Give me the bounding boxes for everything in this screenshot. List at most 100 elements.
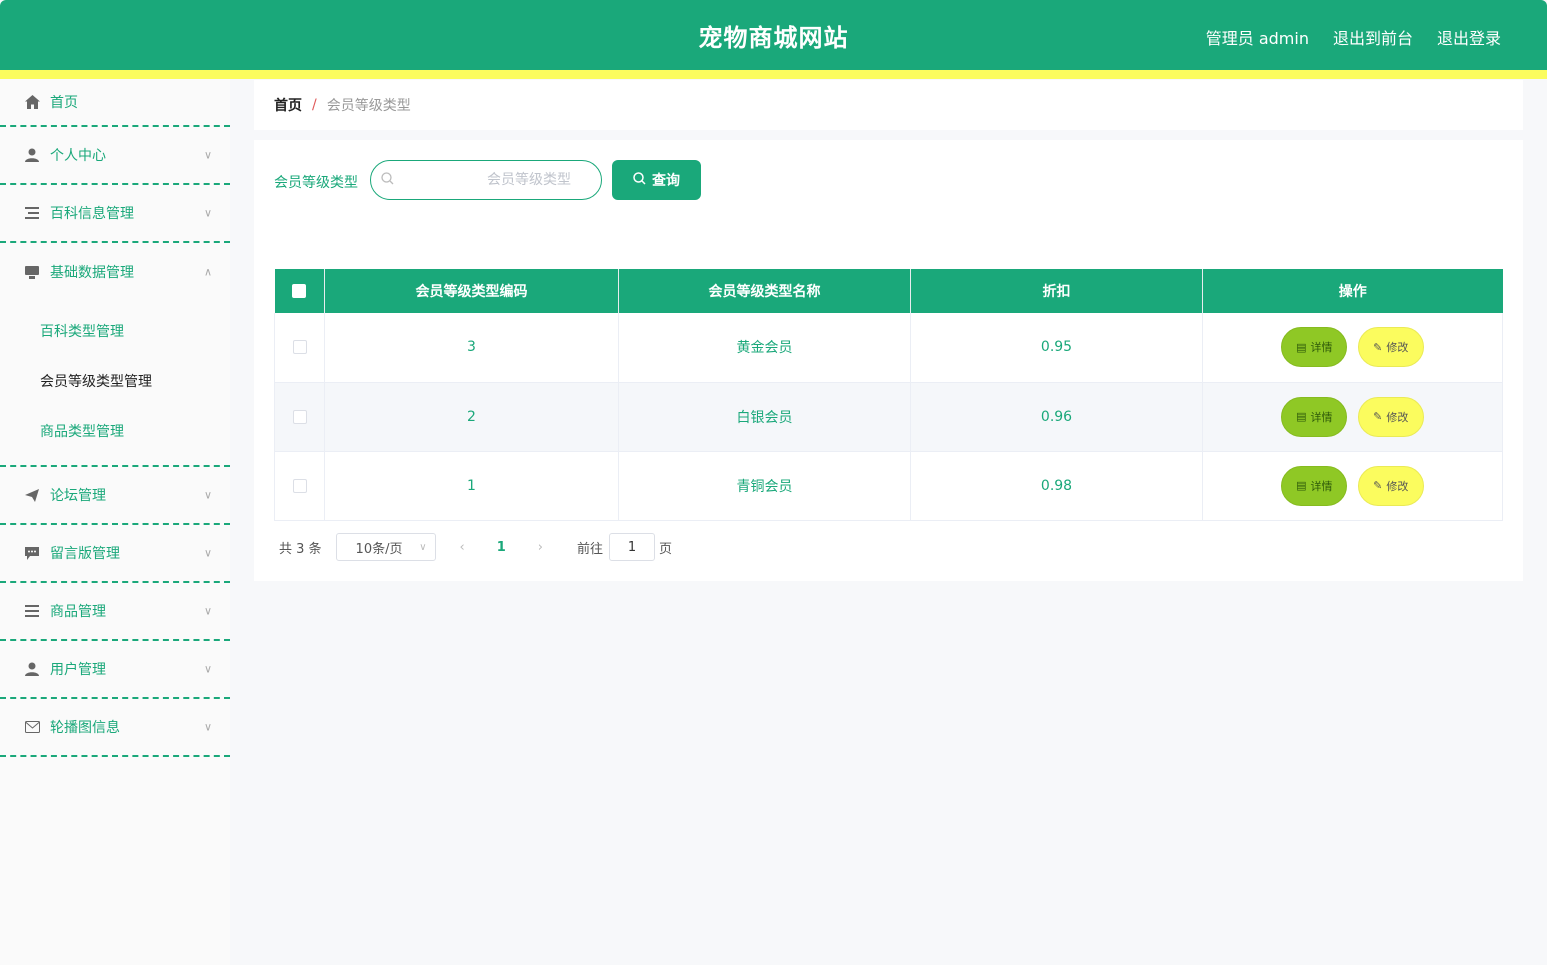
chevron-down-icon: ∨ — [419, 541, 427, 553]
page-size-select[interactable]: 10条/页 ∨ — [335, 533, 436, 561]
monitor-icon — [24, 264, 40, 280]
sidebar-item-users[interactable]: 用户管理 ∨ — [0, 641, 230, 699]
cell-name: 青铜会员 — [618, 451, 911, 521]
edit-button-label: 修改 — [1386, 410, 1409, 424]
search-input[interactable] — [371, 161, 601, 199]
pagination-total: 共 3 条 — [279, 541, 322, 557]
cell-name: 白银会员 — [618, 382, 911, 452]
select-all-cell — [274, 269, 325, 313]
message-icon — [24, 545, 40, 561]
page-unit-label: 页 — [659, 541, 673, 557]
header-accent-bar — [0, 70, 1547, 79]
table-row: 1 青铜会员 0.98 ▤ 详情 ✎ 修改 — [274, 451, 1503, 521]
user-icon — [24, 147, 40, 163]
sidebar-item-label: 首页 — [50, 95, 78, 111]
sidebar-item-message-board[interactable]: 留言版管理 ∨ — [0, 525, 230, 583]
goto-label: 前往 — [577, 541, 604, 557]
search-icon — [381, 172, 394, 189]
sidebar-item-goods[interactable]: 商品管理 ∨ — [0, 583, 230, 641]
search-label: 会员等级类型 — [274, 175, 358, 191]
document-icon: ▤ — [1296, 410, 1307, 423]
menu-icon — [24, 603, 40, 619]
query-button[interactable]: 查询 — [612, 160, 701, 200]
cell-code: 1 — [324, 451, 619, 521]
sidebar-item-personal[interactable]: 个人中心 ∨ — [0, 127, 230, 185]
chevron-down-icon: ∨ — [203, 488, 212, 502]
top-header: 宠物商城网站 管理员 admin 退出到前台 退出登录 — [0, 0, 1547, 72]
submenu-basic-data: 百科类型管理 会员等级类型管理 商品类型管理 — [0, 301, 230, 467]
detail-button[interactable]: ▤ 详情 — [1281, 327, 1348, 368]
goto-page-input[interactable] — [609, 533, 656, 561]
row-select-cell — [274, 451, 325, 521]
sidebar-item-label: 百科信息管理 — [50, 206, 134, 222]
sidebar-item-home[interactable]: 首页 — [0, 79, 230, 127]
sidebar-item-encyclopedia[interactable]: 百科信息管理 ∨ — [0, 185, 230, 243]
cell-discount: 0.98 — [910, 451, 1203, 521]
member-level-table: 会员等级类型编码 会员等级类型名称 折扣 操作 3 黄金会员 0.95 ▤ 详情 — [274, 269, 1503, 521]
query-button-label: 查询 — [652, 173, 680, 189]
send-icon — [24, 487, 40, 503]
main-panel: 会员等级类型 查询 会员等级类型编码 会员等级类型名称 折扣 操作 3 黄金会 — [254, 140, 1523, 581]
page-number-current[interactable]: 1 — [497, 540, 506, 555]
detail-button-label: 详情 — [1310, 410, 1333, 424]
edit-button-label: 修改 — [1386, 341, 1409, 355]
sidebar-item-basic-data[interactable]: 基础数据管理 ∧ — [0, 243, 230, 301]
mail-icon — [24, 719, 40, 735]
logout-link[interactable]: 退出登录 — [1437, 25, 1501, 49]
sidebar-item-label: 个人中心 — [50, 148, 106, 164]
chevron-up-icon: ∧ — [203, 265, 212, 279]
search-icon — [633, 171, 646, 189]
sidebar-item-label: 留言版管理 — [50, 546, 120, 562]
table-row: 3 黄金会员 0.95 ▤ 详情 ✎ 修改 — [274, 313, 1503, 383]
header-actions: 管理员 admin 退出到前台 退出登录 — [1206, 25, 1501, 49]
row-select-cell — [274, 382, 325, 452]
select-all-checkbox[interactable] — [292, 284, 307, 298]
cell-actions: ▤ 详情 ✎ 修改 — [1202, 382, 1503, 452]
breadcrumb-current: 会员等级类型 — [326, 98, 411, 114]
sidebar-subitem-goods-type[interactable]: 商品类型管理 — [0, 407, 230, 457]
chevron-down-icon: ∨ — [203, 148, 212, 162]
admin-label: 管理员 admin — [1205, 29, 1309, 48]
chevron-down-icon: ∨ — [203, 720, 212, 734]
detail-button[interactable]: ▤ 详情 — [1281, 396, 1348, 437]
column-header-code: 会员等级类型编码 — [324, 269, 619, 313]
sidebar-item-label: 基础数据管理 — [50, 265, 134, 281]
edit-button[interactable]: ✎ 修改 — [1357, 396, 1424, 437]
detail-button[interactable]: ▤ 详情 — [1281, 465, 1348, 506]
sidebar-subitem-encyclopedia-type[interactable]: 百科类型管理 — [0, 307, 230, 357]
breadcrumb-home[interactable]: 首页 — [274, 95, 302, 115]
row-select-cell — [274, 313, 325, 383]
pagination: 共 3 条 10条/页 ∨ ‹ 1 › 前往 页 — [274, 533, 672, 561]
sidebar-item-carousel[interactable]: 轮播图信息 ∨ — [0, 699, 230, 757]
cell-discount: 0.96 — [910, 382, 1203, 452]
cell-actions: ▤ 详情 ✎ 修改 — [1202, 451, 1503, 521]
cell-actions: ▤ 详情 ✎ 修改 — [1202, 313, 1503, 383]
sidebar-item-label: 商品管理 — [50, 604, 106, 620]
row-checkbox[interactable] — [292, 478, 307, 493]
next-page-button[interactable]: › — [538, 540, 543, 555]
sidebar-item-label: 轮播图信息 — [50, 720, 120, 736]
column-header-actions: 操作 — [1202, 269, 1503, 313]
table-row: 2 白银会员 0.96 ▤ 详情 ✎ 修改 — [274, 382, 1503, 452]
edit-button[interactable]: ✎ 修改 — [1357, 327, 1424, 368]
sidebar-item-label: 用户管理 — [50, 662, 106, 678]
cell-code: 3 — [324, 313, 619, 383]
row-checkbox[interactable] — [292, 409, 307, 424]
prev-page-button[interactable]: ‹ — [460, 540, 465, 555]
sidebar: 首页 个人中心 ∨ 百科信息管理 ∨ 基础数据管理 ∧ 百科类型管理 会员等级类… — [0, 79, 230, 965]
chevron-down-icon: ∨ — [203, 546, 212, 560]
sidebar-item-forum[interactable]: 论坛管理 ∨ — [0, 467, 230, 525]
detail-button-label: 详情 — [1310, 341, 1333, 355]
sidebar-subitem-member-level-type[interactable]: 会员等级类型管理 — [0, 357, 230, 407]
cell-code: 2 — [324, 382, 619, 452]
cell-name: 黄金会员 — [618, 313, 911, 383]
column-header-name: 会员等级类型名称 — [618, 269, 911, 313]
edit-button[interactable]: ✎ 修改 — [1357, 465, 1424, 506]
detail-button-label: 详情 — [1310, 479, 1333, 493]
cell-discount: 0.95 — [910, 313, 1203, 383]
chevron-down-icon: ∨ — [203, 604, 212, 618]
search-box — [370, 160, 602, 200]
row-checkbox[interactable] — [292, 340, 307, 355]
chevron-down-icon: ∨ — [203, 662, 212, 676]
to-front-link[interactable]: 退出到前台 — [1333, 25, 1413, 49]
